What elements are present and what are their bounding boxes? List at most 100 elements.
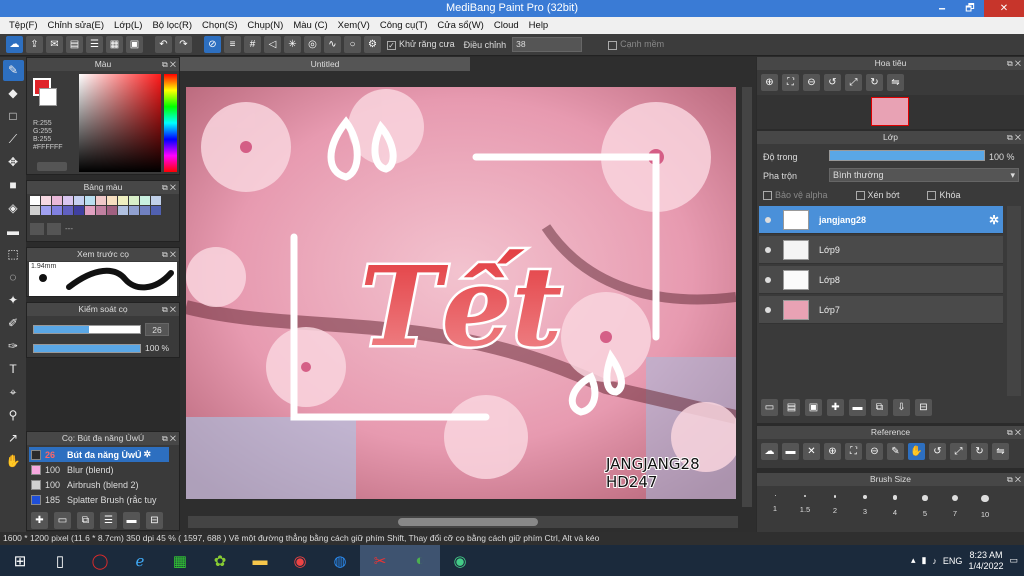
palette-swatch[interactable] (129, 206, 139, 215)
ellipse-snap-icon[interactable]: ○ (344, 36, 361, 53)
ie-icon[interactable]: ℯ (120, 545, 160, 576)
minimize-button[interactable]: 🗕 (928, 0, 956, 17)
palette-swatch[interactable] (118, 206, 128, 215)
zalo-icon[interactable]: ◍ (320, 545, 360, 576)
palette-swatch[interactable] (41, 206, 51, 215)
palette-swatch[interactable] (41, 196, 51, 205)
brush-opacity-slider[interactable] (33, 344, 141, 353)
comment-icon[interactable]: ✉ (46, 36, 63, 53)
curve-snap-icon[interactable]: ∿ (324, 36, 341, 53)
layer-row[interactable]: Lớp9 (759, 236, 1003, 264)
brush-settings-icon[interactable]: ✲ (144, 449, 152, 460)
brush-list-icon[interactable]: ☰ (100, 512, 117, 529)
medibang-icon[interactable]: ◐ (400, 545, 440, 576)
tray-arrow-icon[interactable]: ▴ (911, 555, 916, 566)
select-tool-icon[interactable]: ⬚ (3, 244, 24, 265)
app-icon[interactable]: ✿ (200, 545, 240, 576)
select-eraser-icon[interactable]: ✑ (3, 336, 24, 357)
rotate-right-icon[interactable]: ↻ (866, 74, 883, 91)
blend-mode-select[interactable]: Bình thường ▾ (829, 168, 1019, 182)
ref-rotate-left-icon[interactable]: ↺ (929, 443, 946, 460)
adjust-select[interactable]: 38 (512, 37, 583, 52)
move-tool-icon[interactable]: ✥ (3, 152, 24, 173)
vanish-snap-icon[interactable]: ◁ (264, 36, 281, 53)
brush-list-item[interactable]: 26 Bút đa năng ÙwÚ ✲ (29, 447, 169, 462)
menu-file[interactable]: Tệp(F) (4, 17, 43, 34)
ref-flip-icon[interactable]: ⇋ (992, 443, 1009, 460)
palette-swatch[interactable] (63, 196, 73, 205)
layer-row[interactable]: Lớp7 (759, 296, 1003, 324)
add-layer-menu-icon[interactable]: ✚ (827, 399, 844, 416)
layer-visibility-icon[interactable] (765, 307, 771, 313)
bucket-tool-icon[interactable]: ◈ (3, 198, 24, 219)
layer-opacity-slider[interactable] (829, 150, 985, 161)
language-indicator[interactable]: ENG (943, 556, 963, 566)
brush-size-cell[interactable]: 3 (851, 495, 879, 516)
brush-size-cell[interactable]: 1.5 (791, 495, 819, 514)
menu-capture[interactable]: Chụp(N) (242, 17, 288, 34)
new-8bit-layer-icon[interactable]: ▣ (805, 399, 822, 416)
palette-swatch[interactable] (74, 206, 84, 215)
palette-swatch[interactable] (30, 206, 40, 215)
menu-tools[interactable]: Công cụ(T) (375, 17, 433, 34)
palette-swatch[interactable] (151, 196, 161, 205)
horizontal-scrollbar[interactable] (188, 516, 738, 528)
opera-icon[interactable]: ◯ (80, 545, 120, 576)
palette-swatch[interactable] (85, 196, 95, 205)
operation-tool-icon[interactable]: ↗ (3, 428, 24, 449)
palette-swatch[interactable] (30, 196, 40, 205)
ref-full-icon[interactable]: ⤢ (950, 443, 967, 460)
start-icon[interactable]: ⊞ (0, 545, 40, 576)
share-icon[interactable]: ⇪ (26, 36, 43, 53)
ref-pick-icon[interactable]: ✎ (887, 443, 904, 460)
brush-list-item[interactable]: 100 Blur (blend) (29, 462, 169, 477)
brush-tool-icon[interactable]: ✎ (2, 60, 24, 81)
circle-snap-icon[interactable]: ◎ (304, 36, 321, 53)
ref-hand-icon[interactable]: ✋ (908, 443, 925, 460)
undo-icon[interactable]: ↶ (155, 36, 172, 53)
palette-swatch[interactable] (52, 196, 62, 205)
fill-rect-tool-icon[interactable]: ■ (3, 175, 24, 196)
flip-icon[interactable]: ⇋ (887, 74, 904, 91)
palette-swatch[interactable] (52, 206, 62, 215)
menu-color[interactable]: Màu (C) (288, 17, 332, 34)
grid-icon[interactable]: ▦ (106, 36, 123, 53)
palette-delete-icon[interactable] (47, 223, 61, 235)
brush-list-item[interactable]: 185 Splatter Brush (rắc tuy (29, 492, 169, 507)
store-icon[interactable]: ▦ (160, 545, 200, 576)
brush-copy-icon[interactable]: ⧉ (77, 512, 94, 529)
menu-layer[interactable]: Lớp(L) (109, 17, 147, 34)
smooth-edge-checkbox[interactable] (608, 40, 618, 50)
redo-icon[interactable]: ↷ (175, 36, 192, 53)
chrome-2-icon[interactable]: ◉ (440, 545, 480, 576)
brush-size-cell[interactable]: 5 (911, 495, 939, 518)
brush-size-cell[interactable]: 10 (971, 495, 999, 519)
color-square-picker[interactable] (79, 74, 161, 172)
antialias-checkbox[interactable]: ✓ (387, 40, 396, 50)
duplicate-layer-icon[interactable]: ⧉ (871, 399, 888, 416)
menu-select[interactable]: Chọn(S) (197, 17, 242, 34)
rotate-left-icon[interactable]: ↺ (824, 74, 841, 91)
radial-snap-icon[interactable]: ✳ (284, 36, 301, 53)
cross-snap-icon[interactable]: # (244, 36, 261, 53)
palette-swatch[interactable] (107, 206, 117, 215)
lock-checkbox[interactable] (927, 191, 937, 201)
hue-slider[interactable] (164, 74, 177, 172)
palette-swatch[interactable] (96, 206, 106, 215)
brush-size-cell[interactable]: 7 (941, 495, 969, 518)
color-mode-button[interactable] (37, 162, 67, 171)
palette-new-icon[interactable] (30, 223, 44, 235)
brush-size-cell[interactable]: 4 (881, 495, 909, 517)
layer-scrollbar[interactable] (1007, 206, 1021, 396)
menu-cloud[interactable]: Cloud (489, 17, 524, 34)
no-snap-icon[interactable]: ⊘ (204, 36, 221, 53)
magic-wand-icon[interactable]: ✦ (3, 290, 24, 311)
palette-swatch[interactable] (118, 196, 128, 205)
notification-icon[interactable]: ▭ (1009, 555, 1018, 566)
secondary-color-swatch[interactable] (39, 88, 57, 106)
navigator-thumbnail[interactable] (871, 97, 909, 126)
palette-swatch[interactable] (151, 206, 161, 215)
chrome-icon[interactable]: ◉ (280, 545, 320, 576)
layer-visibility-icon[interactable] (765, 247, 771, 253)
maximize-button[interactable]: 🗗 (956, 0, 984, 17)
